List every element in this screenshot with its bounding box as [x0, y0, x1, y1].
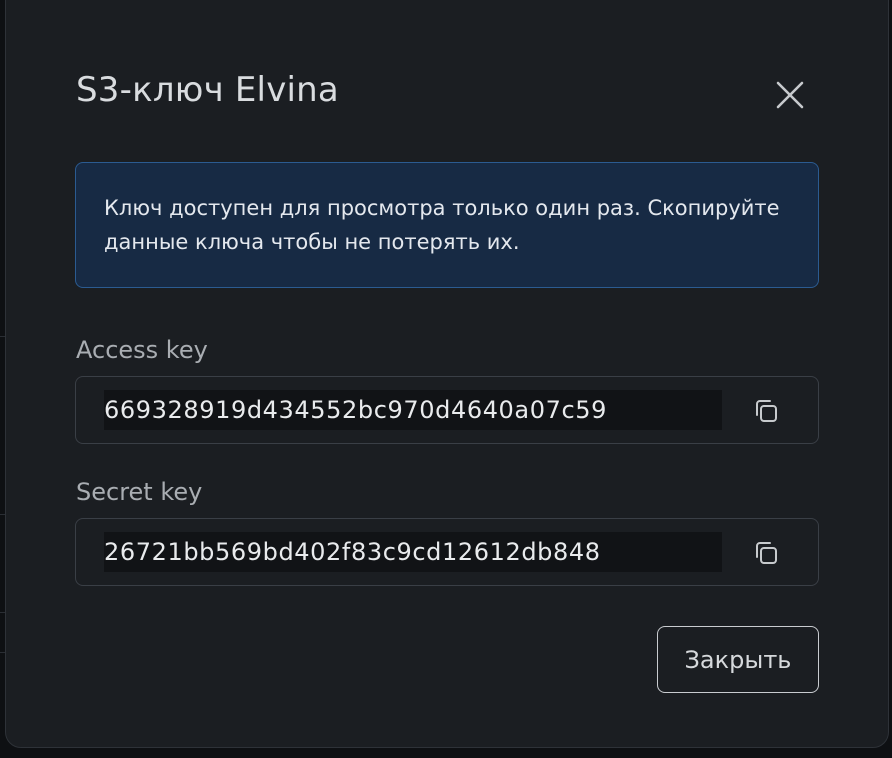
- info-alert-text: Ключ доступен для просмотра только один …: [104, 196, 780, 254]
- copy-access-key-button[interactable]: [746, 391, 786, 431]
- access-key-label: Access key: [76, 336, 208, 364]
- dialog-title: S3-ключ Elvina: [76, 70, 339, 110]
- secret-key-input[interactable]: [104, 532, 722, 572]
- secret-key-field: [75, 518, 819, 586]
- copy-secret-key-button[interactable]: [746, 533, 786, 573]
- s3-key-dialog: S3-ключ Elvina Ключ доступен для просмот…: [5, 0, 889, 748]
- info-alert: Ключ доступен для просмотра только один …: [75, 162, 819, 288]
- access-key-field: [75, 376, 819, 444]
- close-icon: [776, 81, 804, 109]
- copy-icon: [756, 542, 777, 564]
- copy-icon: [756, 400, 777, 422]
- secret-key-label: Secret key: [76, 478, 203, 506]
- close-dialog-button[interactable]: [770, 75, 810, 115]
- close-button[interactable]: Закрыть: [657, 626, 819, 693]
- access-key-input[interactable]: [104, 390, 722, 430]
